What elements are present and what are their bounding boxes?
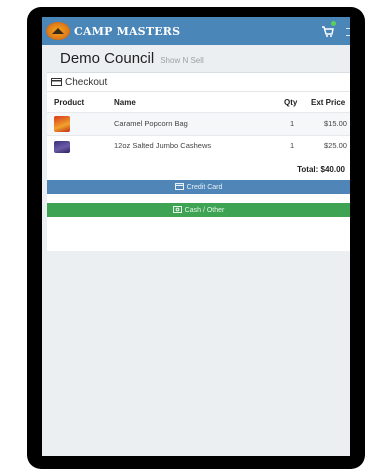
- page-title: Demo Council: [60, 50, 155, 67]
- credit-card-icon: [174, 182, 187, 192]
- item-name: 12oz Salted Jumbo Cashews: [114, 141, 212, 150]
- logo-icon[interactable]: [46, 22, 70, 40]
- credit-card-label: Credit Card: [186, 183, 223, 191]
- col-name: Name: [114, 98, 136, 107]
- cash-button[interactable]: Cash / Other: [47, 203, 350, 217]
- item-qty: 1: [290, 119, 295, 128]
- checkout-panel: Checkout Product Name Qty Ext Price Cara…: [47, 72, 350, 251]
- product-thumbnail: [54, 116, 70, 132]
- checkout-heading: Checkout: [47, 73, 350, 92]
- table-header: Product Name Qty Ext Price: [47, 98, 350, 113]
- cash-label: Cash / Other: [184, 206, 225, 214]
- col-qty: Qty: [284, 98, 298, 107]
- brand-name[interactable]: CAMP MASTERS: [74, 25, 180, 38]
- item-price: $25.00: [324, 141, 347, 150]
- cash-icon: [172, 205, 185, 215]
- item-name: Caramel Popcorn Bag: [114, 119, 188, 128]
- credit-card-icon: [51, 73, 62, 91]
- col-product: Product: [54, 98, 85, 107]
- table-row[interactable]: 12oz Salted Jumbo Cashews 1 $25.00: [47, 135, 350, 157]
- credit-card-button[interactable]: Credit Card: [47, 180, 350, 194]
- item-qty: 1: [290, 141, 295, 150]
- product-thumbnail: [54, 141, 70, 153]
- navbar: CAMP MASTERS: [42, 17, 350, 45]
- item-price: $15.00: [324, 119, 347, 128]
- order-total: Total: $40.00: [297, 165, 345, 174]
- table-row[interactable]: Caramel Popcorn Bag 1 $15.00: [47, 113, 350, 136]
- menu-icon[interactable]: [346, 28, 350, 36]
- app-screen: CAMP MASTERS Demo Council Show N Sell Ch…: [42, 17, 350, 456]
- council-header: Demo Council Show N Sell: [42, 45, 350, 71]
- cart-badge: [331, 21, 336, 26]
- page-subtitle: Show N Sell: [160, 56, 204, 65]
- col-price: Ext Price: [311, 98, 346, 107]
- checkout-label: Checkout: [65, 76, 108, 88]
